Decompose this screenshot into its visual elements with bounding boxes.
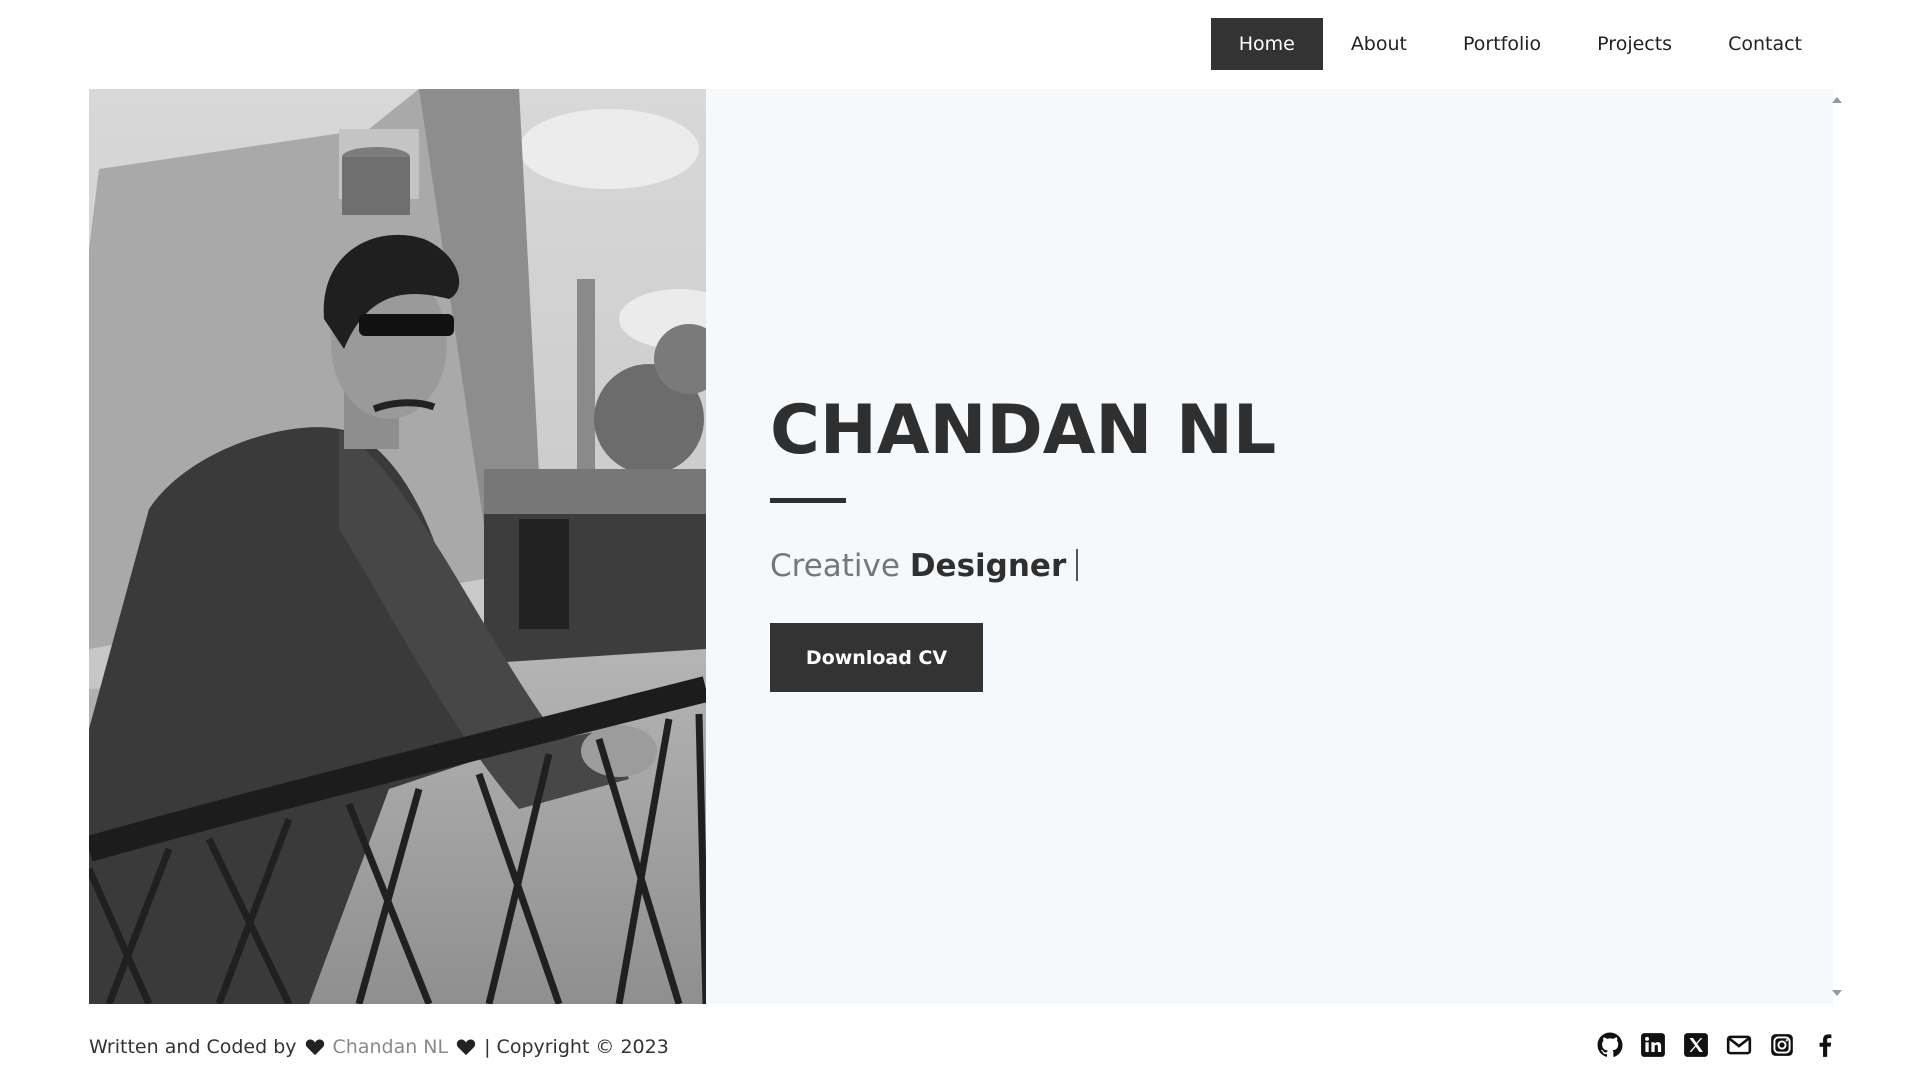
hero-name: CHANDAN NL — [770, 391, 1277, 470]
linkedin-icon[interactable] — [1640, 1032, 1666, 1058]
x-icon[interactable] — [1683, 1032, 1709, 1058]
hero-panel: CHANDAN NL Creative Designer Download CV — [89, 89, 1833, 1004]
profile-photo — [89, 89, 706, 1004]
download-cv-button[interactable]: Download CV — [770, 623, 983, 692]
nav-item-portfolio[interactable]: Portfolio — [1435, 18, 1569, 70]
role-prefix: Creative — [770, 548, 900, 584]
nav-item-about[interactable]: About — [1323, 18, 1435, 70]
nav-item-home[interactable]: Home — [1210, 18, 1323, 70]
hero-role: Creative Designer — [770, 548, 1276, 584]
heart-icon — [456, 1039, 476, 1056]
profile-photo-illustration — [89, 89, 706, 1004]
scroll-up-arrow-icon[interactable] — [1832, 97, 1842, 103]
footer-credit: Written and Coded by Chandan NL | Copyri… — [89, 1036, 669, 1058]
footer-prefix: Written and Coded by — [89, 1036, 297, 1058]
name-underline — [770, 498, 846, 503]
social-links — [1597, 1032, 1838, 1058]
footer-copyright: | Copyright © 2023 — [484, 1036, 669, 1058]
nav-item-projects[interactable]: Projects — [1569, 18, 1700, 70]
heart-icon — [305, 1039, 324, 1056]
author-link[interactable]: Chandan NL — [333, 1036, 449, 1058]
role-word: Designer — [909, 548, 1067, 584]
github-icon[interactable] — [1597, 1032, 1623, 1058]
hero-content: CHANDAN NL Creative Designer Download CV — [770, 391, 1276, 692]
instagram-icon[interactable] — [1769, 1032, 1795, 1058]
mail-icon[interactable] — [1726, 1032, 1752, 1058]
top-nav: Home About Portfolio Projects Contact — [1210, 18, 1830, 70]
nav-item-contact[interactable]: Contact — [1700, 18, 1830, 70]
scroll-down-arrow-icon[interactable] — [1832, 990, 1842, 996]
typing-caret — [1076, 549, 1079, 581]
facebook-icon[interactable] — [1812, 1032, 1838, 1058]
